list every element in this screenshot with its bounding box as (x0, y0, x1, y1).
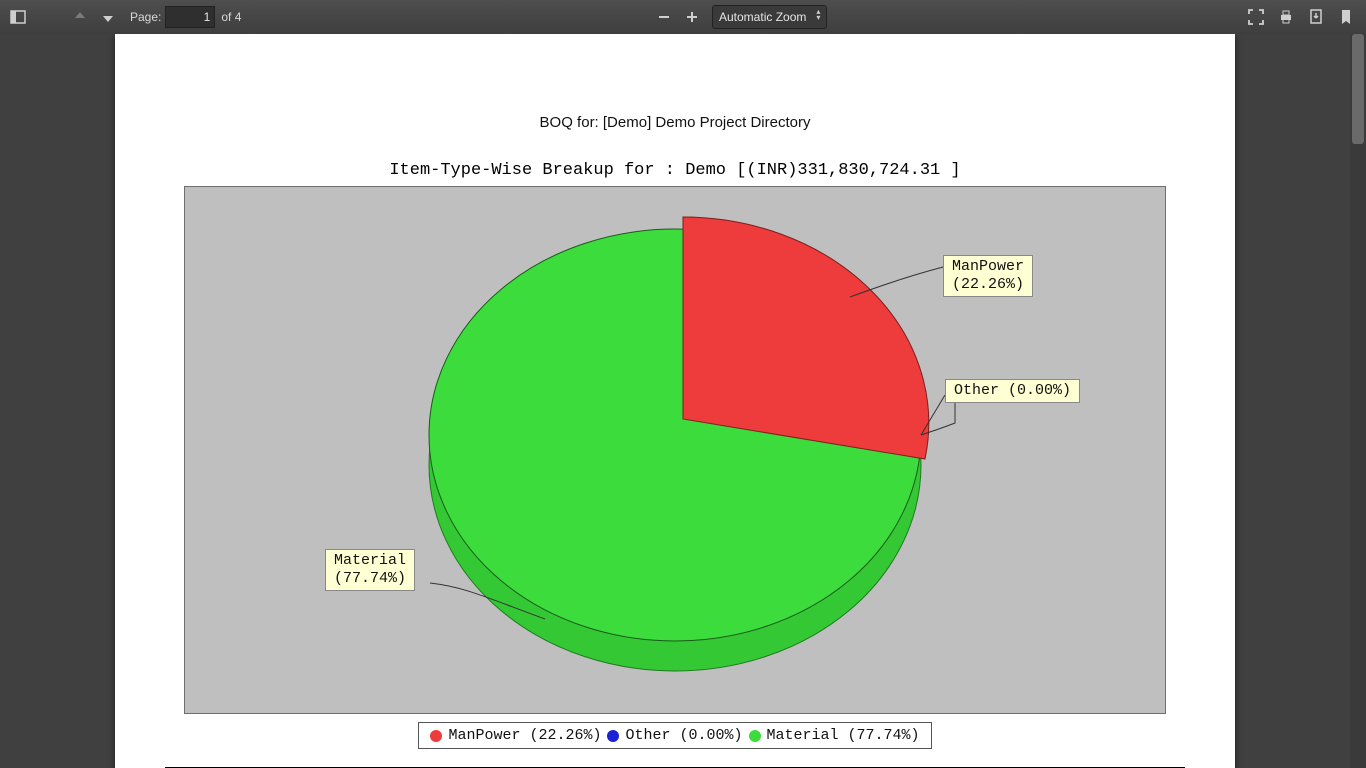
page-label: Page: (130, 10, 161, 24)
scrollbar-thumb[interactable] (1352, 34, 1364, 144)
dropdown-arrows-icon: ▴▾ (816, 9, 820, 21)
bookmark-button[interactable] (1332, 3, 1360, 31)
pdf-page: BOQ for: [Demo] Demo Project Directory I… (115, 34, 1235, 768)
legend-swatch-other (607, 730, 619, 742)
legend-label-other: Other (0.00%) (625, 727, 742, 744)
zoom-out-button[interactable] (650, 3, 678, 31)
chart-legend: ManPower (22.26%) Other (0.00%) Material… (418, 722, 932, 749)
legend-label-manpower: ManPower (22.26%) (448, 727, 601, 744)
callout-manpower: ManPower (22.26%) (943, 255, 1033, 297)
zoom-in-button[interactable] (678, 3, 706, 31)
page-total-label: of 4 (221, 10, 241, 24)
pdf-toolbar: Page: of 4 Automatic Zoom ▴▾ (0, 0, 1366, 34)
pdf-viewer[interactable]: BOQ for: [Demo] Demo Project Directory I… (0, 34, 1350, 768)
sidebar-toggle-button[interactable] (4, 3, 32, 31)
legend-swatch-material (749, 730, 761, 742)
zoom-select[interactable]: Automatic Zoom ▴▾ (712, 5, 827, 29)
page-up-button[interactable] (66, 3, 94, 31)
fullscreen-button[interactable] (1242, 3, 1270, 31)
download-button[interactable] (1302, 3, 1330, 31)
legend-swatch-manpower (430, 730, 442, 742)
page-number-input[interactable] (165, 6, 215, 28)
print-button[interactable] (1272, 3, 1300, 31)
document-title: BOQ for: [Demo] Demo Project Directory (115, 114, 1235, 131)
pie-chart: ManPower (22.26%) Other (0.00%) Material… (184, 186, 1166, 714)
page-down-button[interactable] (94, 3, 122, 31)
zoom-select-label: Automatic Zoom (719, 10, 806, 24)
legend-label-material: Material (77.74%) (767, 727, 920, 744)
callout-other: Other (0.00%) (945, 379, 1080, 403)
callout-material: Material (77.74%) (325, 549, 415, 591)
vertical-scrollbar[interactable] (1350, 34, 1366, 768)
chart-title: Item-Type-Wise Breakup for : Demo [(INR)… (115, 161, 1235, 180)
